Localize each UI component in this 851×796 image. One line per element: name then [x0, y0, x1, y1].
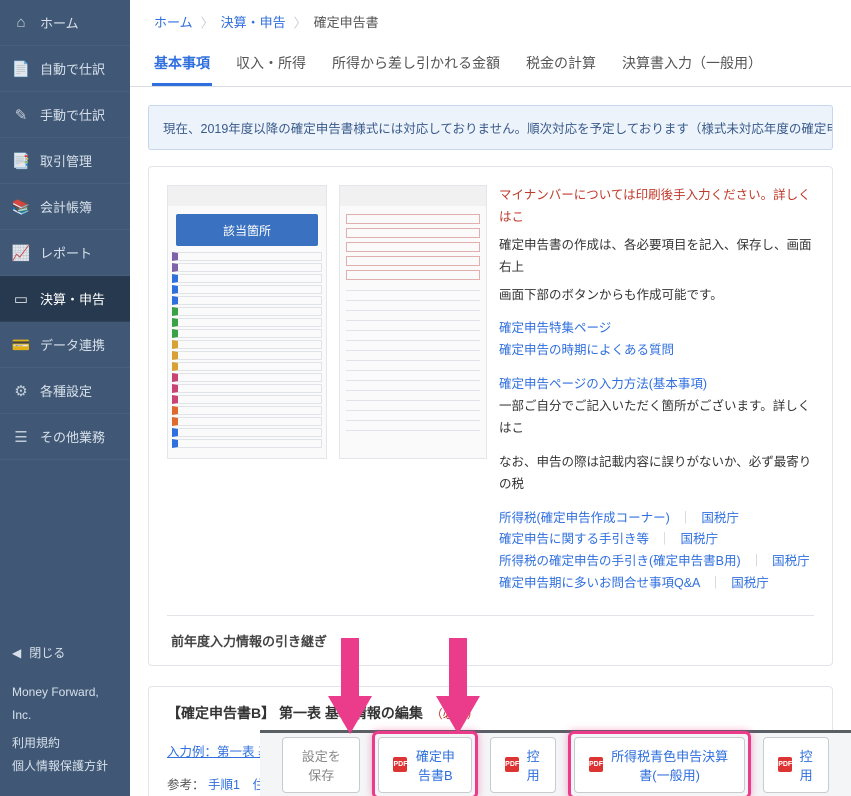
- report-icon: 📈: [12, 244, 30, 262]
- pdf-icon: PDF: [505, 757, 519, 772]
- sidebar-item-label: その他業務: [40, 427, 118, 446]
- link-input-method[interactable]: 確定申告ページの入力方法(基本事項): [499, 377, 707, 391]
- sidebar-item-ledger[interactable]: 📚 会計帳簿: [0, 184, 130, 230]
- sidebar-nav: ⌂ ホーム 📄 自動で仕訳 ✎ 手動で仕訳 📑 取引管理 📚 会計帳簿 📈: [0, 0, 130, 624]
- privacy-link[interactable]: 個人情報保護方針: [12, 755, 118, 778]
- chevron-left-icon: ◀: [12, 642, 21, 665]
- highlight-pdf-b: PDF 確定申告書B: [372, 731, 478, 796]
- sidebar-close-button[interactable]: ◀ 閉じる: [12, 634, 118, 675]
- main-area: ホーム 〉 決算・申告 〉 確定申告書 基本事項 収入・所得 所得から差し引かれ…: [130, 0, 851, 796]
- sidebar-item-transactions[interactable]: 📑 取引管理: [0, 138, 130, 184]
- pdf-icon: PDF: [778, 757, 792, 772]
- tab-statements[interactable]: 決算書入力（一般用）: [620, 43, 764, 86]
- pdf-label: 控用: [798, 746, 814, 784]
- manual-journal-icon: ✎: [12, 106, 30, 124]
- link-nta-corner[interactable]: 所得税(確定申告作成コーナー): [499, 511, 670, 525]
- pdf-label: 所得税青色申告決算書(一般用): [609, 746, 730, 784]
- highlight-pdf-aoiro: PDF 所得税青色申告決算書(一般用): [568, 731, 751, 796]
- sidebar-item-label: データ連携: [40, 335, 118, 354]
- settlement-icon: ▭: [12, 290, 30, 308]
- input-note: 一部ご自分でご記入いただく箇所がございます。詳しくはこ: [499, 399, 810, 435]
- company-label: Money Forward, Inc.: [12, 681, 118, 727]
- sidebar-item-data-link[interactable]: 💳 データ連携: [0, 322, 130, 368]
- link-faq[interactable]: 確定申告期に多いお問合せ事項Q&A: [499, 576, 700, 590]
- sidebar-item-settlement[interactable]: ▭ 決算・申告: [0, 276, 130, 322]
- pdf-icon: PDF: [589, 757, 603, 772]
- sidebar-item-settings[interactable]: ⚙ 各種設定: [0, 368, 130, 414]
- crumb-label: 確定申告書: [314, 15, 379, 30]
- sidebar: ⌂ ホーム 📄 自動で仕訳 ✎ 手動で仕訳 📑 取引管理 📚 会計帳簿 📈: [0, 0, 130, 796]
- sidebar-item-label: 自動で仕訳: [40, 59, 118, 78]
- transactions-icon: 📑: [12, 152, 30, 170]
- pdf-kakutei-b-button[interactable]: PDF 確定申告書B: [378, 737, 472, 793]
- ref-label: 参考：: [167, 778, 205, 792]
- tabs: 基本事項 収入・所得 所得から差し引かれる金額 税金の計算 決算書入力（一般用）: [130, 43, 851, 87]
- sidebar-item-home[interactable]: ⌂ ホーム: [0, 0, 130, 46]
- list-icon: ☰: [12, 428, 30, 446]
- overview-text: マイナンバーについては印刷後手入力ください。詳しくはこ 確定申告書の作成は、各必…: [499, 185, 814, 595]
- overview-desc-2: 画面下部のボタンからも作成可能です。: [499, 285, 814, 307]
- overview-desc-1: 確定申告書の作成は、各必要項目を記入、保存し、画面右上: [499, 235, 814, 279]
- link-nta[interactable]: 国税庁: [681, 532, 719, 546]
- bottom-toolbar: 設定を保存 PDF 確定申告書B PDF 控用 PDF 所得税青色申告決算書(一…: [260, 732, 851, 796]
- sidebar-item-label: ホーム: [40, 13, 118, 32]
- link-nta[interactable]: 国税庁: [701, 511, 739, 525]
- link-guide-b[interactable]: 所得税の確定申告の手引き(確定申告書B用): [499, 554, 741, 568]
- data-link-icon: 💳: [12, 336, 30, 354]
- gear-icon: ⚙: [12, 382, 30, 400]
- breadcrumb: ホーム 〉 決算・申告 〉 確定申告書: [130, 0, 851, 43]
- mynumber-warning: マイナンバーについては印刷後手入力ください。詳しくはこ: [499, 188, 811, 224]
- sidebar-item-auto-journal[interactable]: 📄 自動で仕訳: [0, 46, 130, 92]
- pdf-label: 控用: [525, 746, 541, 784]
- sidebar-item-label: 手動で仕訳: [40, 105, 118, 124]
- pdf-icon: PDF: [393, 757, 407, 772]
- pdf-aoiro-copy-button[interactable]: PDF 控用: [763, 737, 829, 793]
- link-nta[interactable]: 国税庁: [772, 554, 810, 568]
- sidebar-item-manual-journal[interactable]: ✎ 手動で仕訳: [0, 92, 130, 138]
- sidebar-item-label: 各種設定: [40, 381, 118, 400]
- sidebar-item-label: 決算・申告: [40, 289, 118, 308]
- pdf-label: 確定申告書B: [413, 746, 457, 784]
- ledger-icon: 📚: [12, 198, 30, 216]
- preview-highlight-label: 該当箇所: [176, 214, 318, 246]
- section-title: 【確定申告書B】 第一表 基本情報の編集 （必須）: [167, 703, 814, 723]
- crumb-label: 決算・申告: [221, 15, 286, 30]
- crumb-home[interactable]: ホーム 〉: [144, 8, 211, 35]
- crumb-settlement[interactable]: 決算・申告 〉: [211, 8, 304, 35]
- section-title-text: 【確定申告書B】 第一表 基本情報の編集: [167, 705, 423, 721]
- save-label: 設定を保存: [297, 746, 345, 784]
- crumb-current: 確定申告書: [304, 8, 397, 35]
- content-scroll[interactable]: 該当箇所: [130, 158, 851, 796]
- overview-card: 該当箇所: [148, 166, 833, 666]
- sidebar-footer: ◀ 閉じる Money Forward, Inc. 利用規約 個人情報保護方針: [0, 624, 130, 796]
- link-timing-faq[interactable]: 確定申告の時期によくある質問: [499, 343, 674, 357]
- pdf-aoiro-button[interactable]: PDF 所得税青色申告決算書(一般用): [574, 737, 745, 793]
- sidebar-close-label: 閉じる: [29, 642, 65, 665]
- tab-deductions[interactable]: 所得から差し引かれる金額: [330, 43, 502, 86]
- tab-income[interactable]: 収入・所得: [234, 43, 308, 86]
- carry-over-row[interactable]: 前年度入力情報の引き継ぎ: [167, 615, 814, 665]
- tab-basic[interactable]: 基本事項: [152, 43, 212, 86]
- home-icon: ⌂: [12, 14, 30, 32]
- link-guide[interactable]: 確定申告に関する手引き等: [499, 532, 649, 546]
- sidebar-item-label: 取引管理: [40, 151, 118, 170]
- form-preview-2[interactable]: [339, 185, 487, 459]
- tab-tax-calc[interactable]: 税金の計算: [524, 43, 598, 86]
- notice-banner: 現在、2019年度以降の確定申告書様式には対応しておりません。順次対応を予定して…: [148, 105, 833, 150]
- link-nta[interactable]: 国税庁: [731, 576, 769, 590]
- required-badge: （必須）: [431, 707, 479, 721]
- sidebar-item-other[interactable]: ☰ その他業務: [0, 414, 130, 460]
- form-preview-1[interactable]: 該当箇所: [167, 185, 327, 459]
- sidebar-item-report[interactable]: 📈 レポート: [0, 230, 130, 276]
- save-settings-button[interactable]: 設定を保存: [282, 737, 360, 793]
- link-special-page[interactable]: 確定申告特集ページ: [499, 321, 611, 335]
- crumb-label: ホーム: [154, 15, 193, 30]
- sidebar-item-label: 会計帳簿: [40, 197, 118, 216]
- sidebar-item-label: レポート: [40, 243, 118, 262]
- pdf-kakutei-b-copy-button[interactable]: PDF 控用: [490, 737, 556, 793]
- tos-link[interactable]: 利用規約: [12, 732, 118, 755]
- check-note: なお、申告の際は記載内容に誤りがないか、必ず最寄りの税: [499, 452, 814, 496]
- auto-journal-icon: 📄: [12, 60, 30, 78]
